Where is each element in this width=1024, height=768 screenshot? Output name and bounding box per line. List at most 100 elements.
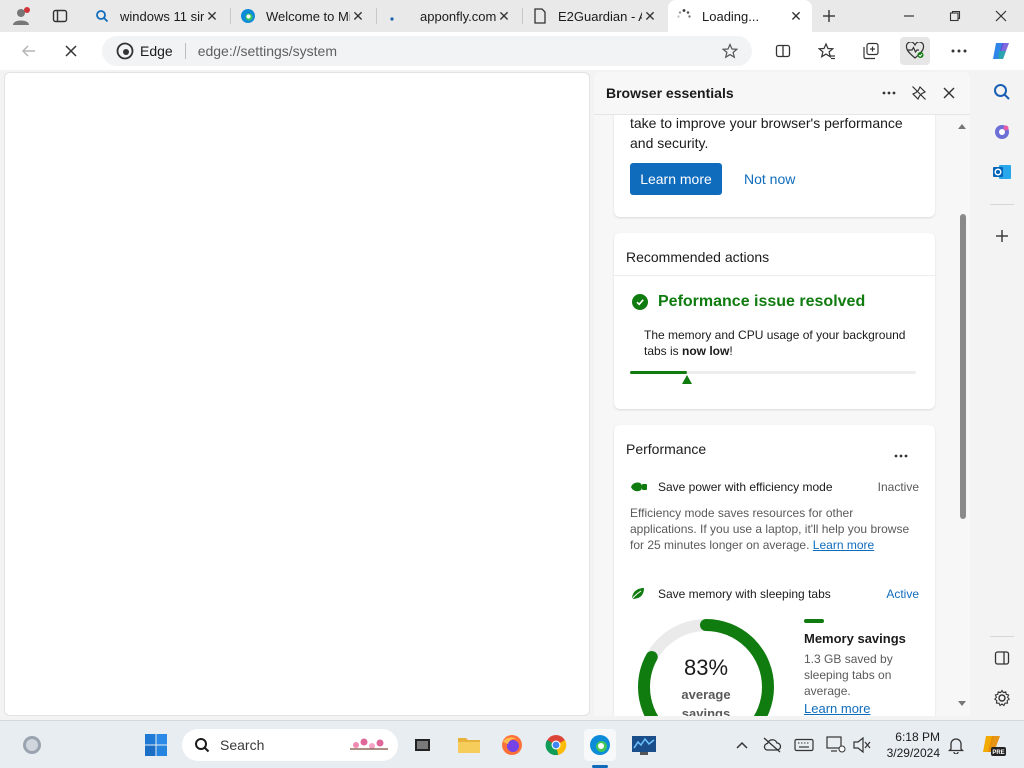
windows-taskbar: Search 6:18 PM 3/29/2024 PRE xyxy=(0,720,1024,768)
back-button[interactable] xyxy=(14,37,44,65)
sidebar-add-button[interactable] xyxy=(988,222,1016,250)
copilot-button[interactable] xyxy=(986,37,1016,65)
network-tray[interactable] xyxy=(826,735,846,755)
memory-savings-title: Memory savings xyxy=(804,631,906,646)
learn-more-button[interactable]: Learn more xyxy=(630,163,722,195)
sidebar-outlook-button[interactable] xyxy=(988,158,1016,186)
clock-date: 3/29/2024 xyxy=(886,746,940,760)
site-identity-label: Edge xyxy=(140,43,173,59)
sidebar-rail xyxy=(980,70,1024,716)
scroll-up-icon[interactable] xyxy=(957,122,967,130)
sidebar-search-button[interactable] xyxy=(988,78,1016,106)
favorites-button[interactable] xyxy=(812,37,842,65)
restore-button[interactable] xyxy=(932,0,978,32)
taskbar-clock[interactable]: 6:18 PM 3/29/2024 xyxy=(880,729,940,761)
more-horizontal-icon xyxy=(894,454,908,458)
not-now-link[interactable]: Not now xyxy=(744,171,795,187)
close-tab-icon[interactable]: ✕ xyxy=(788,8,804,24)
gear-icon xyxy=(993,689,1011,707)
tab-apponfly[interactable]: apponfly.com ✕ xyxy=(378,3,520,29)
close-window-button[interactable] xyxy=(978,0,1024,32)
sidebar-settings-button[interactable] xyxy=(988,684,1016,712)
profile-button[interactable] xyxy=(8,4,34,28)
unpin-panel-button[interactable] xyxy=(906,80,932,106)
tab-loading[interactable]: Loading... ✕ xyxy=(668,0,812,32)
unpin-icon xyxy=(911,85,927,101)
favorite-star-icon[interactable] xyxy=(722,43,738,59)
scroll-down-icon[interactable] xyxy=(957,700,967,708)
scrollbar-thumb[interactable] xyxy=(960,214,966,519)
more-horizontal-icon xyxy=(882,91,896,95)
battery-leaf-icon xyxy=(630,480,648,494)
collections-icon xyxy=(863,42,879,60)
heartbeat-icon xyxy=(905,42,925,59)
loading-spinner-icon xyxy=(676,8,692,24)
weather-icon xyxy=(23,736,41,754)
plus-icon xyxy=(996,230,1008,242)
edge-logo-icon xyxy=(590,735,610,755)
more-options-button[interactable] xyxy=(944,37,974,65)
favorites-icon xyxy=(818,42,835,60)
efficiency-label: Save power with efficiency mode xyxy=(658,480,833,494)
task-view-button[interactable] xyxy=(406,729,438,761)
tab-e2guardian[interactable]: E2Guardian - A ✕ xyxy=(524,3,666,29)
copilot-pre-icon: PRE xyxy=(983,736,1006,756)
split-screen-icon xyxy=(775,44,791,58)
minimize-button[interactable] xyxy=(886,0,932,32)
close-tab-icon[interactable]: ✕ xyxy=(496,8,512,24)
address-bar[interactable]: Edge edge://settings/system xyxy=(102,36,752,66)
tab-title: E2Guardian - A xyxy=(558,8,642,24)
start-button[interactable] xyxy=(140,729,172,761)
intro-text: take to improve your browser's performan… xyxy=(630,115,903,151)
chrome-button[interactable] xyxy=(540,729,572,761)
edge-logo-icon xyxy=(240,8,256,24)
copilot-preview-button[interactable]: PRE xyxy=(980,731,1006,759)
browser-essentials-button[interactable] xyxy=(900,37,930,65)
tab-title: Welcome to Mi xyxy=(266,8,350,24)
panel-more-button[interactable] xyxy=(876,80,902,106)
tab-windows-search[interactable]: windows 11 sir ✕ xyxy=(86,3,228,29)
windows-logo-icon xyxy=(145,734,167,756)
memory-learn-more-link[interactable]: Learn more xyxy=(804,701,870,716)
document-icon xyxy=(532,8,548,24)
profile-icon xyxy=(13,7,30,25)
file-explorer-button[interactable] xyxy=(453,729,485,761)
keyboard-tray[interactable] xyxy=(794,735,814,755)
cloud-offline-icon xyxy=(763,737,782,753)
monitor-app-button[interactable] xyxy=(628,729,660,761)
memory-legend-swatch xyxy=(804,619,824,623)
new-tab-button[interactable] xyxy=(816,4,842,28)
sleeping-leaf-icon xyxy=(630,587,648,601)
keyboard-icon xyxy=(794,738,814,752)
panel-scrollbar[interactable] xyxy=(956,114,968,716)
browser-toolbar: Edge edge://settings/system xyxy=(0,32,1024,70)
task-view-icon xyxy=(415,739,430,751)
taskbar-search[interactable]: Search xyxy=(182,729,398,761)
edge-taskbar-button[interactable] xyxy=(584,729,616,768)
sleeping-tabs-row[interactable]: Save memory with sleeping tabs xyxy=(630,587,831,601)
volume-tray[interactable] xyxy=(852,735,872,755)
show-hidden-icons-button[interactable] xyxy=(732,735,752,755)
close-tab-icon[interactable]: ✕ xyxy=(204,8,220,24)
hide-sidebar-button[interactable] xyxy=(988,644,1016,672)
close-tab-icon[interactable]: ✕ xyxy=(350,8,366,24)
cloud-offline-tray[interactable] xyxy=(762,735,782,755)
widgets-button[interactable] xyxy=(16,729,48,761)
checkmark-circle-icon xyxy=(632,294,648,310)
tab-actions-button[interactable] xyxy=(47,4,73,28)
split-screen-button[interactable] xyxy=(768,37,798,65)
efficiency-learn-more-link[interactable]: Learn more xyxy=(813,538,874,552)
collections-button[interactable] xyxy=(856,37,886,65)
close-panel-button[interactable] xyxy=(936,80,962,106)
close-tab-icon[interactable]: ✕ xyxy=(642,8,658,24)
chevron-up-icon xyxy=(736,741,748,749)
sidebar-tools-button[interactable] xyxy=(988,118,1016,146)
notifications-button[interactable] xyxy=(946,735,966,755)
efficiency-mode-row[interactable]: Save power with efficiency mode xyxy=(630,480,833,494)
stop-loading-button[interactable] xyxy=(56,37,86,65)
performance-more-button[interactable] xyxy=(894,445,908,463)
dot-icon xyxy=(386,8,402,24)
tab-welcome[interactable]: Welcome to Mi ✕ xyxy=(232,3,374,29)
firefox-button[interactable] xyxy=(496,729,528,761)
recommended-actions-card: Recommended actions Peformance issue res… xyxy=(614,233,935,409)
